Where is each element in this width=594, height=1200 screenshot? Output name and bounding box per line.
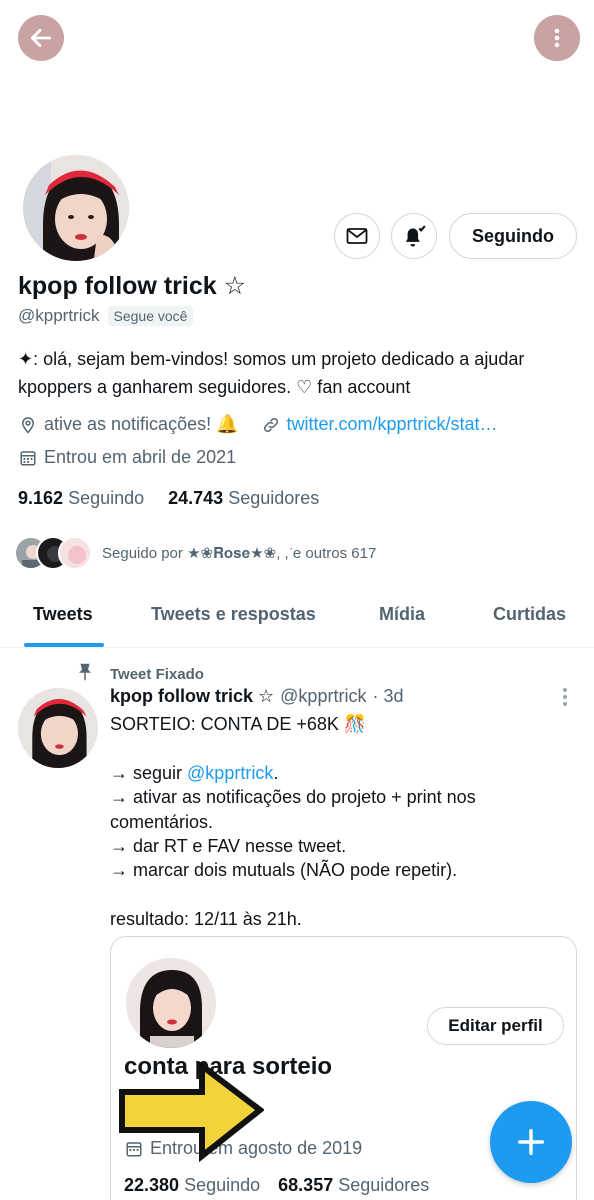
tweet-line: → marcar dois mutuals (NÃO pode repetir)…	[110, 860, 458, 881]
message-button[interactable]	[334, 213, 380, 259]
followed-by-row[interactable]: Seguido por ★❀𝐑𝐨𝐬𝐞★❀, ,͘ e outros 617	[14, 536, 376, 570]
tweet-line: → seguir @kpprtrick.	[110, 761, 580, 785]
tweet-line-suffix: .	[273, 762, 279, 783]
bell-check-icon	[405, 225, 426, 247]
calendar-icon	[18, 448, 38, 468]
profile-bio: ✦: olá, sejam bem-vindos! somos um proje…	[18, 349, 525, 397]
plus-icon	[517, 1128, 545, 1156]
more-options-button[interactable]	[534, 15, 580, 61]
following-stat[interactable]: 9.162 Seguindo	[18, 488, 144, 509]
profile-display-name: kpop follow trick ☆	[18, 272, 246, 300]
following-count: 9.162	[18, 488, 64, 508]
tweet-author-handle: @kpprtrick	[280, 686, 367, 706]
profile-location: ative as notificações! 🔔	[44, 414, 239, 434]
mail-icon	[346, 228, 368, 244]
embedded-following-count: 22.380	[124, 1175, 180, 1195]
tweet-text: SORTEIO: CONTA DE +68K 🎊 ​ → seguir @kpp…	[110, 712, 580, 932]
tab-likes[interactable]: Curtidas	[493, 604, 566, 625]
edit-profile-button: Editar perfil	[427, 1007, 564, 1045]
tweet-line: ​	[110, 736, 580, 760]
following-label: Seguindo	[68, 488, 145, 508]
profile-tabs: Tweets Tweets e respostas Mídia Curtidas	[0, 588, 594, 648]
back-button[interactable]	[18, 15, 64, 61]
following-button[interactable]: Seguindo	[449, 213, 577, 259]
embedded-following-stat: 22.380 Seguindo	[124, 1175, 260, 1196]
tweet-author-name[interactable]: kpop follow trick ☆	[110, 686, 274, 707]
followers-count: 24.743	[168, 488, 224, 508]
tab-media[interactable]: Mídia	[379, 604, 425, 625]
compose-tweet-button[interactable]	[490, 1101, 572, 1183]
arrow-left-icon	[30, 29, 52, 47]
embedded-profile-avatar	[126, 958, 216, 1048]
tweet-author-avatar[interactable]	[18, 688, 98, 768]
pinned-tweet-label: Tweet Fixado	[110, 665, 204, 683]
followers-stat[interactable]: 24.743 Seguidores	[168, 488, 319, 509]
more-vertical-icon	[563, 688, 567, 706]
tab-tweets-and-replies[interactable]: Tweets e respostas	[151, 604, 316, 625]
tweet-line-prefix: → seguir	[110, 762, 188, 783]
follows-you-badge: Segue você	[107, 306, 194, 326]
link-icon	[261, 415, 281, 435]
notifications-button[interactable]	[391, 213, 437, 259]
embedded-followers-label: Seguidores	[338, 1175, 430, 1195]
tweet-line: resultado: 12/11 às 21h.	[110, 909, 302, 930]
followed-by-text: Seguido por ★❀𝐑𝐨𝐬𝐞★❀, ,͘ e outros 617	[102, 545, 377, 562]
handle-row: @kpprtrick Segue você	[18, 306, 194, 326]
more-vertical-icon	[554, 28, 560, 48]
location-pin-icon	[18, 415, 38, 435]
embedded-followers-count: 68.357	[278, 1175, 334, 1195]
profile-avatar[interactable]	[20, 152, 132, 264]
profile-joined-date: Entrou em abril de 2021	[44, 447, 237, 467]
pin-icon	[76, 662, 94, 686]
tweet-header: kpop follow trick ☆ @kpprtrick · 3d	[110, 686, 403, 707]
tweet-more-button[interactable]	[556, 686, 574, 713]
pinned-tweet-label-row: Tweet Fixado	[76, 662, 204, 686]
yellow-arrow-icon	[118, 1059, 265, 1163]
tweet-line: ​	[110, 883, 580, 907]
embedded-following-label: Seguindo	[184, 1175, 261, 1195]
tab-tweets[interactable]: Tweets	[33, 604, 93, 625]
tweet-line: → ativar as notificações do projeto + pr…	[110, 787, 476, 808]
profile-meta-row: ative as notificações! 🔔 twitter.com/kpp…	[18, 414, 498, 435]
profile-joined-row: Entrou em abril de 2021	[18, 447, 236, 468]
tweet-line: → dar RT e FAV nesse tweet.	[110, 836, 347, 857]
profile-website-link[interactable]: twitter.com/kpprtrick/stat…	[287, 414, 498, 435]
profile-handle: @kpprtrick	[18, 306, 100, 325]
tweet-time: · 3d	[372, 686, 404, 706]
tweet-line: comentários.	[110, 811, 214, 832]
followers-label: Seguidores	[228, 488, 320, 508]
embedded-followers-stat: 68.357 Seguidores	[278, 1175, 429, 1196]
tweet-mention-link[interactable]: @kpprtrick	[187, 763, 273, 783]
active-tab-indicator	[24, 643, 104, 647]
tweet-line: SORTEIO: CONTA DE +68K 🎊	[110, 714, 367, 734]
profile-stats: 9.162 Seguindo 24.743 Seguidores	[18, 488, 319, 509]
embedded-profile-stats: 22.380 Seguindo 68.357 Seguidores	[124, 1175, 429, 1196]
follower-avatar	[58, 536, 92, 570]
